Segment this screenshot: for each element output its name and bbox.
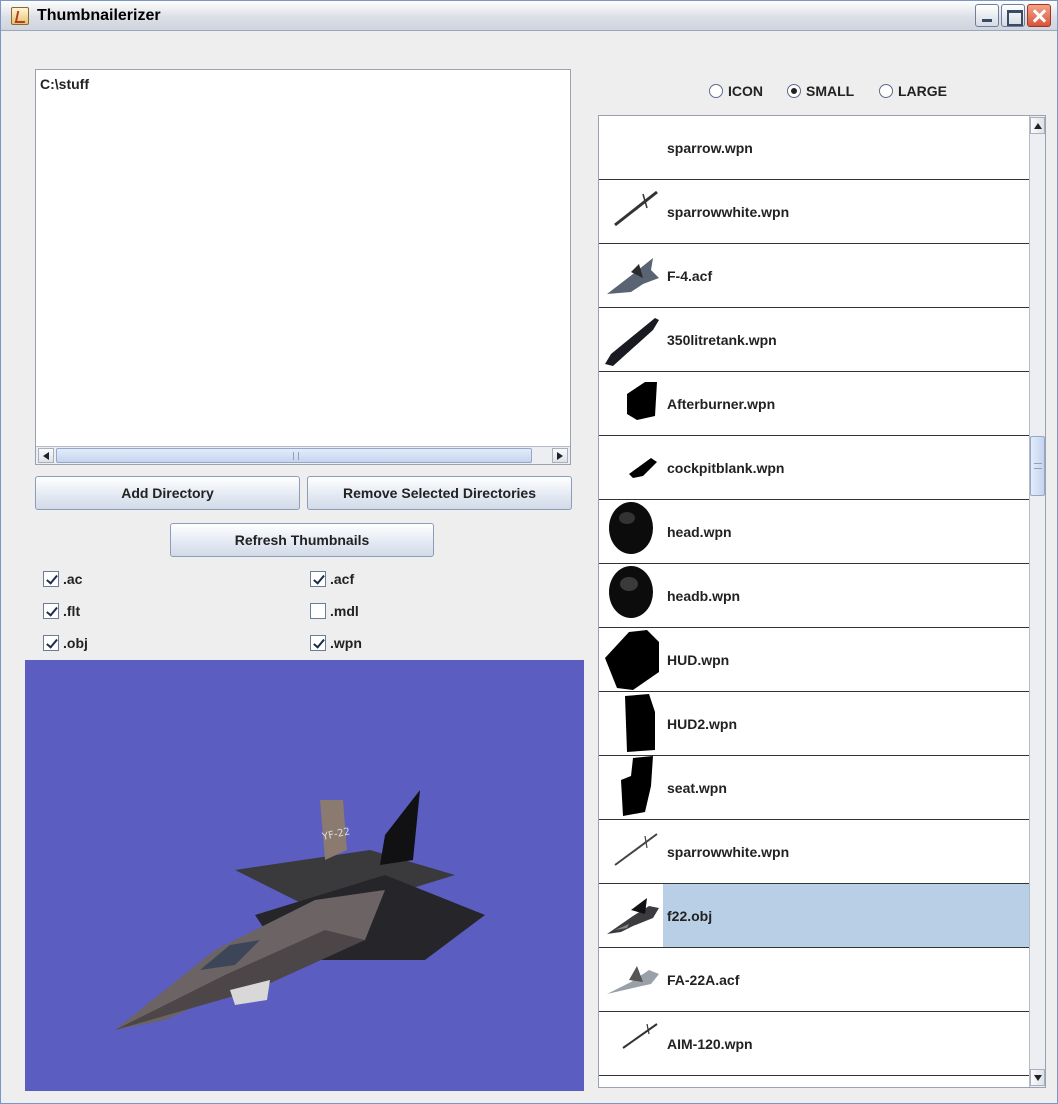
- checkbox-icon[interactable]: [43, 571, 59, 587]
- filter-wpn-checkbox[interactable]: .wpn: [310, 635, 362, 651]
- vertical-scrollbar[interactable]: [1029, 116, 1045, 1087]
- list-item[interactable]: HUD.wpn: [599, 628, 1031, 692]
- radio-selected-icon[interactable]: [787, 84, 801, 98]
- list-item[interactable]: F-4.acf: [599, 244, 1031, 308]
- list-item[interactable]: Afterburner.wpn: [599, 372, 1031, 436]
- jet-icon: [607, 258, 659, 294]
- checkbox-icon[interactable]: [310, 571, 326, 587]
- filter-obj-checkbox[interactable]: .obj: [43, 635, 88, 651]
- jet-icon: [607, 898, 659, 934]
- hud2-icon: [625, 694, 655, 752]
- f22-jet-render: YF-22: [115, 790, 485, 1030]
- filter-mdl-checkbox[interactable]: .mdl: [310, 603, 359, 619]
- size-icon-radio[interactable]: ICON: [709, 83, 763, 99]
- seat-icon: [621, 756, 653, 816]
- window-title: Thumbnailerizer: [37, 7, 161, 24]
- list-item[interactable]: sparrowwhite.wpn: [599, 820, 1031, 884]
- size-large-radio[interactable]: LARGE: [879, 83, 947, 99]
- list-item[interactable]: 350litretank.wpn: [599, 308, 1031, 372]
- filter-acf-checkbox[interactable]: .acf: [310, 571, 354, 587]
- list-item[interactable]: seat.wpn: [599, 756, 1031, 820]
- list-item[interactable]: sparrow.wpn: [599, 116, 1031, 180]
- checkbox-icon[interactable]: [310, 635, 326, 651]
- scroll-left-button[interactable]: [38, 448, 54, 463]
- selection-highlight: [663, 884, 1031, 947]
- size-small-radio[interactable]: SMALL: [787, 83, 854, 99]
- maximize-button[interactable]: [1001, 4, 1025, 27]
- horizontal-scrollbar[interactable]: [36, 446, 570, 464]
- block-icon: [627, 382, 657, 420]
- refresh-thumbnails-button[interactable]: Refresh Thumbnails: [170, 523, 434, 557]
- remove-directories-button[interactable]: Remove Selected Directories: [307, 476, 572, 510]
- missile-icon: [614, 833, 658, 866]
- missile-icon: [614, 190, 658, 227]
- model-preview-canvas[interactable]: YF-22: [25, 660, 584, 1091]
- list-item[interactable]: cockpitblank.wpn: [599, 436, 1031, 500]
- scroll-down-button[interactable]: [1030, 1069, 1045, 1086]
- scroll-thumb[interactable]: [1030, 436, 1045, 496]
- list-item[interactable]: head.wpn: [599, 500, 1031, 564]
- close-button[interactable]: [1027, 4, 1051, 27]
- scroll-up-button[interactable]: [1030, 117, 1045, 134]
- add-directory-button[interactable]: Add Directory: [35, 476, 300, 510]
- radio-icon[interactable]: [879, 84, 893, 98]
- radio-icon[interactable]: [709, 84, 723, 98]
- checkbox-icon[interactable]: [310, 603, 326, 619]
- filter-flt-checkbox[interactable]: .flt: [43, 603, 80, 619]
- app-window: Thumbnailerizer C:\stuff Add Directory R…: [0, 0, 1058, 1104]
- jet-icon: [607, 966, 659, 994]
- hud-icon: [605, 630, 659, 690]
- list-item[interactable]: HUD2.wpn: [599, 692, 1031, 756]
- list-item[interactable]: AIM-120.wpn: [599, 1012, 1031, 1076]
- list-item-selected[interactable]: f22.obj: [599, 884, 1031, 948]
- grip-icon: [1034, 463, 1042, 469]
- directory-list[interactable]: C:\stuff: [35, 69, 571, 465]
- list-item[interactable]: headb.wpn: [599, 564, 1031, 628]
- scroll-right-button[interactable]: [552, 448, 568, 463]
- grip-icon: [293, 452, 299, 460]
- java-cup-icon: [11, 7, 29, 25]
- list-item[interactable]: sparrowwhite.wpn: [599, 180, 1031, 244]
- thumbnail-list[interactable]: sparrow.wpn sparrowwhite.wpn F-4.acf 350…: [598, 115, 1046, 1088]
- checkbox-icon[interactable]: [43, 635, 59, 651]
- tank-icon: [605, 318, 659, 366]
- checkbox-icon[interactable]: [43, 603, 59, 619]
- missile-icon: [622, 1023, 658, 1049]
- filter-ac-checkbox[interactable]: .ac: [43, 571, 82, 587]
- scroll-thumb[interactable]: [56, 448, 532, 463]
- minimize-button[interactable]: [975, 4, 999, 27]
- helmet-icon: [609, 566, 653, 618]
- list-item[interactable]: FA-22A.acf: [599, 948, 1031, 1012]
- title-bar[interactable]: Thumbnailerizer: [1, 1, 1057, 31]
- shard-icon: [629, 458, 657, 478]
- helmet-icon: [609, 502, 653, 554]
- directory-item[interactable]: C:\stuff: [40, 76, 89, 92]
